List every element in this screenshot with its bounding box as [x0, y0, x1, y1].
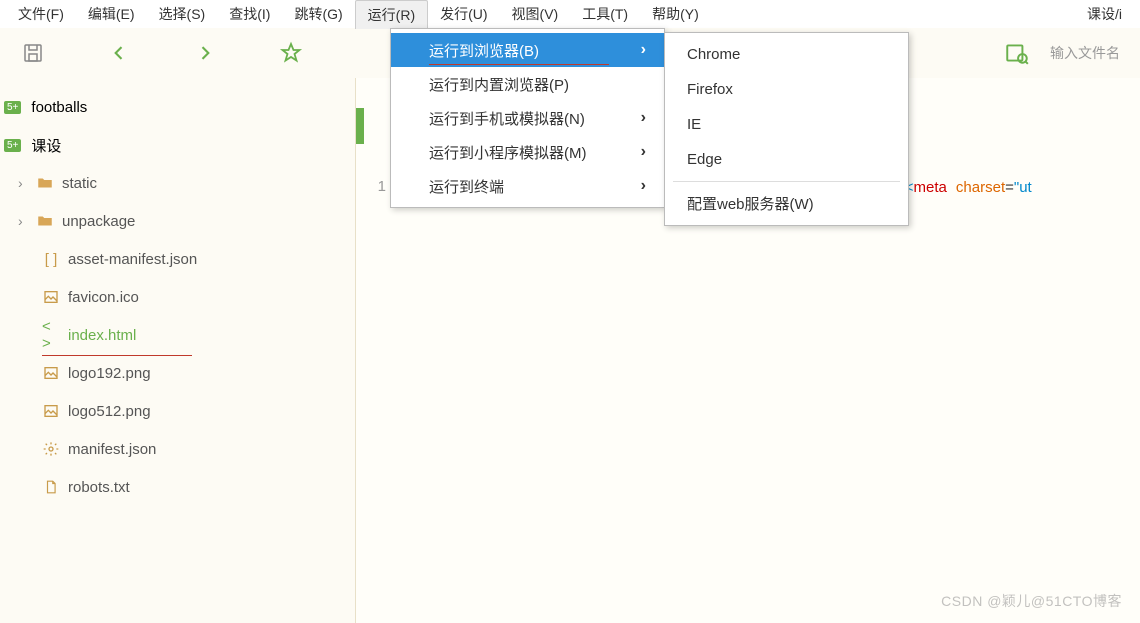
line-number: 1 [356, 178, 386, 195]
gear-icon [42, 440, 60, 458]
tree-label: static [62, 175, 97, 192]
tree-file-asset-manifest[interactable]: [ ] asset-manifest.json [0, 240, 355, 278]
tree-label: asset-manifest.json [68, 251, 197, 268]
browser-submenu: Chrome Firefox IE Edge 配置web服务器(W) [664, 32, 909, 226]
folder-icon [36, 174, 54, 192]
submenu-edge[interactable]: Edge [665, 142, 908, 177]
chevron-right-icon: › [641, 143, 646, 161]
braces-icon: [ ] [42, 250, 60, 268]
watermark: CSDN @颖儿@51CTO博客 [941, 591, 1122, 611]
menu-edit[interactable]: 编辑(E) [76, 0, 147, 28]
tree-label: logo192.png [68, 365, 151, 382]
menu-label: 运行到终端 [429, 176, 504, 197]
project-name: footballs [31, 99, 87, 116]
menu-goto[interactable]: 跳转(G) [282, 0, 354, 28]
tree-label: manifest.json [68, 441, 156, 458]
menu-run-to-browser[interactable]: 运行到浏览器(B) › [391, 33, 664, 67]
save-icon[interactable] [20, 40, 46, 66]
menu-tools[interactable]: 工具(T) [570, 0, 640, 28]
star-icon[interactable] [278, 40, 304, 66]
tree-label: logo512.png [68, 403, 151, 420]
menu-run-to-miniprogram[interactable]: 运行到小程序模拟器(M) › [391, 135, 664, 169]
forward-icon[interactable] [192, 40, 218, 66]
image-icon [42, 364, 60, 382]
tree-label: robots.txt [68, 479, 130, 496]
doc-icon [42, 478, 60, 496]
submenu-ie[interactable]: IE [665, 107, 908, 142]
tree-file-logo512[interactable]: logo512.png [0, 392, 355, 430]
menubar: 文件(F) 编辑(E) 选择(S) 查找(I) 跳转(G) 运行(R) 发行(U… [0, 0, 1140, 28]
tree-label: favicon.ico [68, 289, 139, 306]
tree-folder-unpackage[interactable]: › unpackage [0, 202, 355, 240]
menu-view[interactable]: 视图(V) [500, 0, 571, 28]
menu-run-to-terminal[interactable]: 运行到终端 › [391, 169, 664, 203]
tree-file-favicon[interactable]: favicon.ico [0, 278, 355, 316]
menu-publish[interactable]: 发行(U) [428, 0, 499, 28]
menu-label: 运行到内置浏览器(P) [429, 74, 569, 95]
project-footballs[interactable]: 5+ footballs [0, 88, 355, 126]
submenu-config-webserver[interactable]: 配置web服务器(W) [665, 186, 908, 221]
image-icon [42, 288, 60, 306]
tree-file-logo192[interactable]: logo192.png [0, 354, 355, 392]
code-token: "ut [1014, 179, 1032, 196]
chevron-right-icon: › [18, 175, 28, 191]
menu-separator [673, 181, 900, 182]
menu-run[interactable]: 运行(R) [355, 0, 428, 29]
tree-label: index.html [68, 327, 136, 344]
tree-label: unpackage [62, 213, 135, 230]
chevron-right-icon: › [641, 177, 646, 195]
submenu-firefox[interactable]: Firefox [665, 72, 908, 107]
project-badge: 5+ [4, 101, 21, 114]
tree-file-index-html[interactable]: < > index.html [0, 316, 355, 354]
chevron-right-icon: › [641, 41, 646, 59]
chevron-right-icon: › [641, 109, 646, 127]
code-token: charset [956, 179, 1005, 196]
menu-label: 运行到手机或模拟器(N) [429, 108, 585, 129]
tree-file-robots[interactable]: robots.txt [0, 468, 355, 506]
sidebar: 5+ footballs 5+ 课设 › static › unpackage … [0, 78, 356, 623]
project-keshe[interactable]: 5+ 课设 [0, 126, 355, 164]
editor-change-marker [356, 108, 364, 144]
project-badge: 5+ [4, 139, 21, 152]
code-token: meta [914, 179, 947, 196]
toolbar-right: 输入文件名 [1004, 40, 1120, 66]
search-input[interactable]: 输入文件名 [1050, 43, 1120, 63]
menu-label: 运行到浏览器(B) [429, 40, 539, 61]
tree-file-manifest[interactable]: manifest.json [0, 430, 355, 468]
menubar-right-label: 课设/i [1075, 0, 1134, 28]
menu-select[interactable]: 选择(S) [147, 0, 218, 28]
menu-run-to-builtin-browser[interactable]: 运行到内置浏览器(P) [391, 67, 664, 101]
menu-help[interactable]: 帮助(Y) [640, 0, 711, 28]
code-icon: < > [42, 326, 60, 344]
toolbar-left [20, 40, 304, 66]
run-menu-dropdown: 运行到浏览器(B) › 运行到内置浏览器(P) 运行到手机或模拟器(N) › 运… [390, 28, 665, 208]
project-name: 课设 [31, 135, 61, 156]
menu-run-to-device[interactable]: 运行到手机或模拟器(N) › [391, 101, 664, 135]
folder-icon [36, 212, 54, 230]
tree-folder-static[interactable]: › static [0, 164, 355, 202]
chevron-right-icon: › [18, 213, 28, 229]
image-icon [42, 402, 60, 420]
back-icon[interactable] [106, 40, 132, 66]
preview-icon[interactable] [1004, 40, 1030, 66]
code-token: = [1005, 179, 1014, 196]
menu-find[interactable]: 查找(I) [217, 0, 282, 28]
submenu-chrome[interactable]: Chrome [665, 37, 908, 72]
menu-label: 运行到小程序模拟器(M) [429, 142, 587, 163]
menu-file[interactable]: 文件(F) [6, 0, 76, 28]
